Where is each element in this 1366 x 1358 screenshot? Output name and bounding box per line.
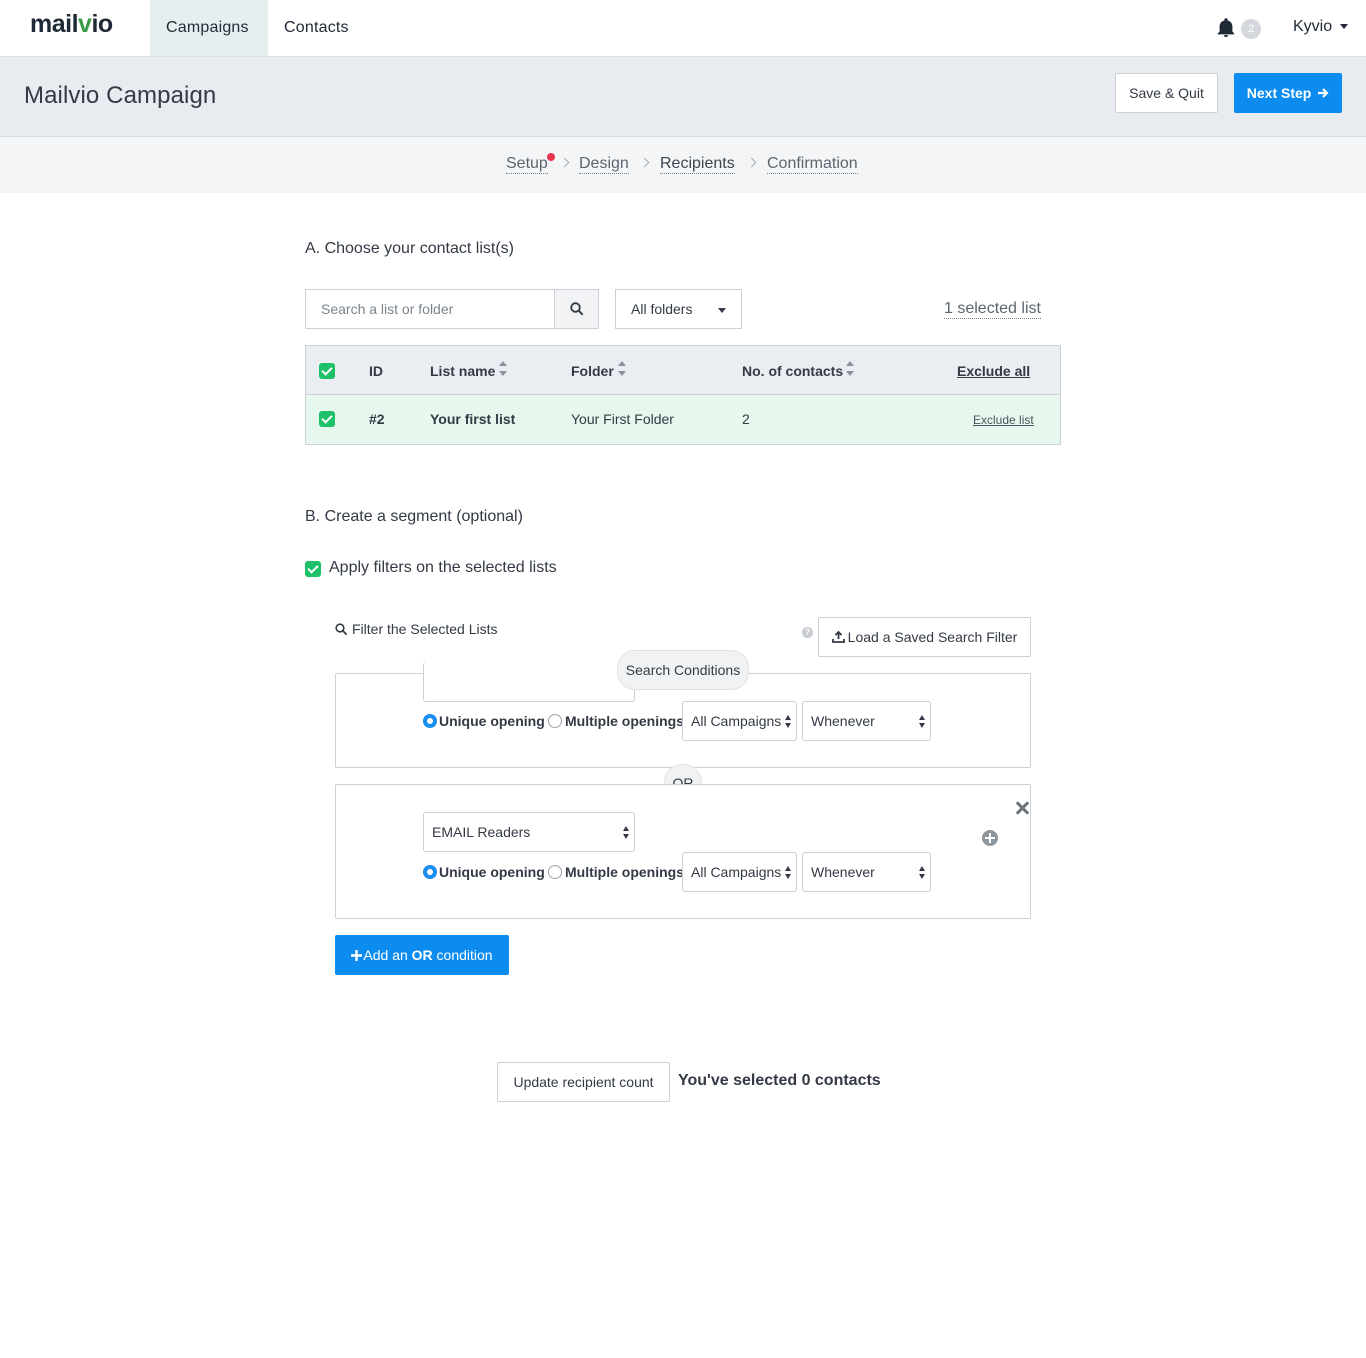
search-list-input[interactable]: Search a list or folder: [305, 289, 555, 329]
unique-opening-label[interactable]: Unique opening: [439, 713, 545, 729]
help-icon[interactable]: ?: [802, 627, 813, 638]
sort-icon[interactable]: [499, 361, 507, 379]
chevron-right-icon: [746, 157, 757, 168]
column-folder[interactable]: Folder: [571, 363, 614, 379]
apply-filters-label[interactable]: Apply filters on the selected lists: [329, 559, 557, 577]
chevron-right-icon: [559, 157, 570, 168]
user-name: Kyvio: [1293, 18, 1333, 35]
step-recipients[interactable]: Recipients: [660, 155, 735, 174]
row-list-name: Your first list: [430, 411, 516, 427]
alert-dot-icon: [547, 153, 555, 161]
save-quit-button[interactable]: Save & Quit: [1115, 73, 1218, 113]
column-id: ID: [369, 363, 383, 379]
arrow-right-icon: [1318, 88, 1329, 98]
row-id: #2: [369, 411, 385, 427]
step-breadcrumb: Setup Design Recipients Confirmation: [0, 137, 1366, 193]
search-button[interactable]: [554, 289, 599, 329]
campaign-header: Mailvio Campaign Save & Quit Next Step: [0, 57, 1366, 137]
time-select[interactable]: Whenever: [802, 852, 931, 892]
contact-list-table: ID List name Folder No. of contacts Excl…: [305, 345, 1061, 445]
apply-filters-checkbox[interactable]: [305, 561, 321, 577]
unique-opening-radio[interactable]: [423, 865, 437, 879]
updown-arrows-icon: [623, 826, 629, 840]
select-all-checkbox[interactable]: [319, 363, 335, 379]
updown-arrows-icon: [919, 715, 925, 729]
nav-tab-campaigns[interactable]: Campaigns: [150, 0, 268, 56]
chevron-down-icon: [1340, 24, 1349, 30]
updown-arrows-icon: [919, 866, 925, 880]
add-or-prefix: Add an: [363, 947, 412, 963]
search-conditions-pill: Search Conditions: [617, 650, 749, 690]
next-step-button[interactable]: Next Step: [1234, 73, 1342, 113]
step-confirmation[interactable]: Confirmation: [767, 155, 858, 174]
condition-type-select[interactable]: EMAIL Readers: [423, 812, 635, 852]
top-navbar: mailvio Campaigns Contacts 2 Kyvio: [0, 0, 1366, 57]
updown-arrows-icon: [785, 715, 791, 729]
time-select[interactable]: Whenever: [802, 701, 931, 741]
user-menu[interactable]: Kyvio: [1293, 18, 1349, 36]
next-step-label: Next Step: [1246, 85, 1312, 101]
campaign-select-value: All Campaigns: [691, 864, 782, 880]
updown-arrows-icon: [785, 866, 791, 880]
multiple-openings-radio[interactable]: [548, 714, 562, 728]
multiple-openings-label[interactable]: Multiple openings: [565, 713, 684, 729]
condition-box: EMAIL Readers Unique opening Multiple op…: [335, 784, 1031, 919]
table-header: ID List name Folder No. of contacts Excl…: [306, 346, 1060, 395]
upload-icon: [831, 630, 845, 643]
column-contacts[interactable]: No. of contacts: [742, 363, 843, 379]
exclude-all-link[interactable]: Exclude all: [957, 363, 1030, 379]
section-a-title: A. Choose your contact list(s): [305, 240, 514, 257]
search-icon: [335, 623, 348, 636]
filter-title: Filter the Selected Lists: [352, 621, 498, 637]
load-filter-label: Load a Saved Search Filter: [847, 629, 1018, 645]
folder-select[interactable]: All folders: [615, 289, 742, 329]
campaign-select-value: All Campaigns: [691, 713, 782, 729]
update-recipient-count-button[interactable]: Update recipient count: [497, 1062, 670, 1102]
step-design[interactable]: Design: [579, 155, 629, 174]
campaign-select[interactable]: All Campaigns: [682, 701, 797, 741]
sort-icon[interactable]: [618, 361, 626, 379]
selected-list-count[interactable]: 1 selected list: [944, 300, 1041, 319]
chevron-right-icon: [639, 157, 650, 168]
campaign-select[interactable]: All Campaigns: [682, 852, 797, 892]
search-icon: [570, 302, 584, 316]
row-contacts: 2: [742, 411, 750, 427]
selected-contacts-count: You've selected 0 contacts: [678, 1072, 881, 1089]
row-checkbox[interactable]: [319, 411, 335, 427]
load-saved-filter-button[interactable]: Load a Saved Search Filter: [818, 617, 1031, 657]
multiple-openings-label[interactable]: Multiple openings: [565, 864, 684, 880]
unique-opening-radio[interactable]: [423, 714, 437, 728]
add-or-condition-button[interactable]: Add an OR condition: [335, 935, 509, 975]
row-folder: Your First Folder: [571, 411, 674, 427]
condition-type-select[interactable]: [423, 662, 635, 702]
step-setup[interactable]: Setup: [506, 155, 548, 174]
sort-icon[interactable]: [846, 361, 854, 379]
mailvio-logo[interactable]: mailvio: [30, 10, 113, 39]
plus-icon: [351, 950, 363, 961]
nav-tab-contacts[interactable]: Contacts: [268, 0, 365, 56]
column-list-name[interactable]: List name: [430, 363, 495, 379]
table-row: #2 Your first list Your First Folder 2 E…: [306, 395, 1060, 444]
multiple-openings-radio[interactable]: [548, 865, 562, 879]
time-select-value: Whenever: [811, 713, 875, 729]
page-title: Mailvio Campaign: [24, 82, 217, 109]
time-select-value: Whenever: [811, 864, 875, 880]
notification-badge: 2: [1241, 19, 1261, 39]
exclude-list-link[interactable]: Exclude list: [973, 413, 1034, 427]
caret-down-icon: [718, 308, 726, 313]
close-icon[interactable]: [1015, 801, 1029, 815]
add-or-bold: OR: [411, 947, 433, 963]
folder-select-value: All folders: [631, 301, 693, 317]
add-or-suffix: condition: [432, 947, 493, 963]
add-circle-icon[interactable]: [982, 830, 998, 846]
unique-opening-label[interactable]: Unique opening: [439, 864, 545, 880]
condition-type-value: EMAIL Readers: [432, 824, 531, 840]
section-b-title: B. Create a segment (optional): [305, 508, 523, 525]
bell-icon[interactable]: [1215, 17, 1237, 39]
